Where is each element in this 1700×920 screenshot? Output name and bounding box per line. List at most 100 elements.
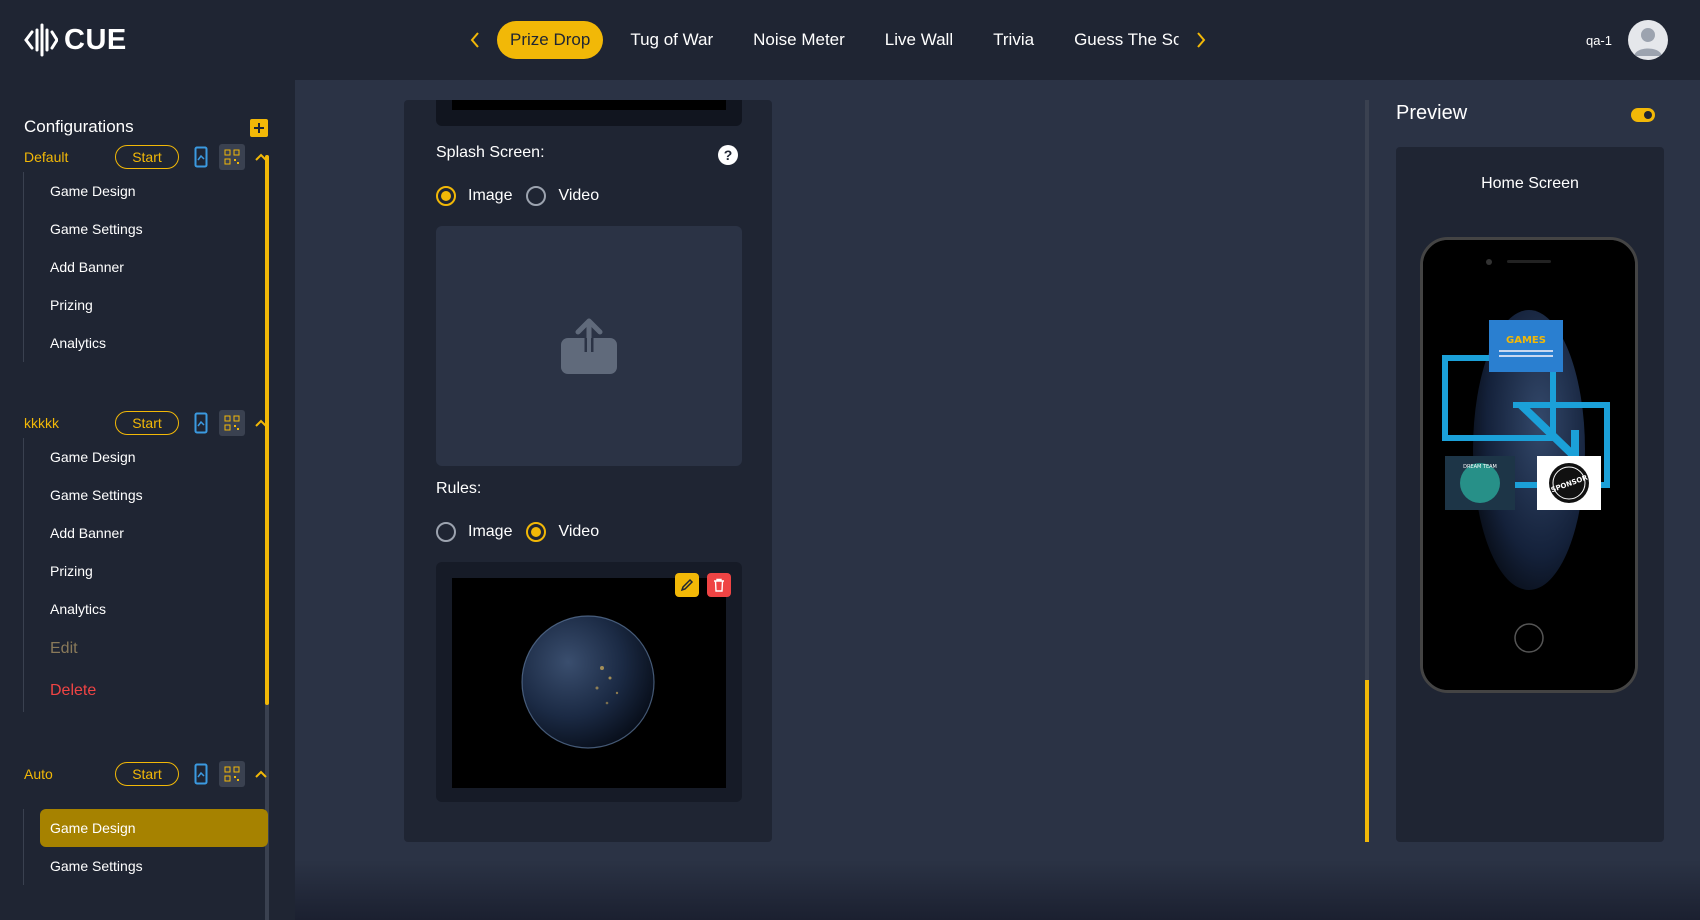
home-screen-title: Home Screen (1481, 175, 1579, 192)
config-menu-kkkkk: Game Design Game Settings Add Banner Pri… (23, 438, 268, 712)
help-icon[interactable]: ? (718, 145, 738, 165)
preview-toggle[interactable] (1631, 108, 1655, 122)
mobile-icon (194, 146, 208, 168)
splash-screen-type-group: Image Video (436, 184, 613, 208)
chevron-up-icon (255, 770, 267, 778)
chevron-up-icon (255, 153, 267, 161)
tab-noise-meter[interactable]: Noise Meter (740, 21, 858, 59)
preview-title: Preview (1396, 102, 1468, 124)
preview-panel: Home Screen GAMES DREAM TEAM SPONSOR (1396, 147, 1664, 842)
sidebar: Configurations Default Start Game Design… (0, 80, 295, 920)
edit-video-button[interactable] (675, 573, 699, 597)
tabs-next-button[interactable] (1186, 21, 1216, 59)
main-footer-shade (295, 860, 1700, 920)
menu-item-game-design[interactable]: Game Design (24, 438, 268, 476)
config-row-auto: Auto Start (24, 761, 272, 787)
earth-image (521, 615, 655, 749)
menu-item-game-settings[interactable]: Game Settings (24, 210, 268, 248)
qr-code-icon (224, 415, 240, 431)
qr-code-icon (224, 766, 240, 782)
collapse-button[interactable] (251, 764, 271, 784)
rules-image-label[interactable]: Image (468, 523, 512, 541)
start-button[interactable]: Start (115, 411, 179, 435)
menu-item-prizing[interactable]: Prizing (24, 552, 268, 590)
pencil-icon (680, 578, 694, 592)
chevron-right-icon (1197, 32, 1206, 48)
logo-text: CUE (64, 23, 127, 56)
add-configuration-button[interactable] (250, 119, 268, 137)
splash-video-label[interactable]: Video (558, 187, 599, 205)
tab-prize-drop[interactable]: Prize Drop (497, 21, 604, 59)
team-logo-text: DREAM TEAM (1463, 464, 1497, 470)
menu-item-add-banner[interactable]: Add Banner (24, 514, 268, 552)
top-bar: CUE Prize Drop Tug of War Noise Meter Li… (0, 0, 1700, 80)
configurations-title: Configurations (24, 117, 134, 136)
splash-image-label[interactable]: Image (468, 187, 512, 205)
qr-code-button[interactable] (219, 410, 245, 436)
menu-item-prizing[interactable]: Prizing (24, 286, 268, 324)
tab-guess-the-score[interactable]: Guess The Sc (1061, 21, 1179, 59)
tab-live-wall[interactable]: Live Wall (872, 21, 966, 59)
rules-video-preview (436, 562, 742, 802)
qr-code-button[interactable] (219, 761, 245, 787)
upload-icon (561, 318, 617, 374)
config-menu-auto: Game Design Game Settings (23, 809, 268, 885)
mobile-icon (194, 763, 208, 785)
menu-item-analytics[interactable]: Analytics (24, 590, 268, 628)
config-name[interactable]: Auto (24, 766, 115, 782)
splash-image-radio[interactable] (436, 186, 456, 206)
menu-item-analytics[interactable]: Analytics (24, 324, 268, 362)
trash-icon (714, 578, 724, 592)
config-name[interactable]: kkkkk (24, 415, 115, 431)
mobile-preview-button[interactable] (189, 762, 213, 786)
rules-video-radio[interactable] (526, 522, 547, 542)
tabs-prev-button[interactable] (460, 21, 490, 59)
user-icon (1634, 28, 1662, 56)
config-menu-default: Game Design Game Settings Add Banner Pri… (23, 172, 268, 362)
rules-type-group: Image Video (436, 520, 613, 544)
user-menu[interactable]: qa-1 (1586, 20, 1668, 60)
tab-tug-of-war[interactable]: Tug of War (617, 21, 726, 59)
splash-upload-dropzone[interactable] (436, 226, 742, 466)
thumbnail-frame (452, 100, 726, 110)
mobile-preview-button[interactable] (189, 411, 213, 435)
rules-image-radio[interactable] (436, 522, 456, 542)
cue-logo-icon (24, 23, 58, 57)
menu-item-delete[interactable]: Delete (24, 670, 268, 712)
splash-screen-label: Splash Screen: (436, 144, 545, 161)
config-row-default: Default Start (24, 144, 272, 170)
phone-screen: GAMES DREAM TEAM SPONSOR (1423, 240, 1635, 690)
menu-item-game-design[interactable]: Game Design (40, 809, 268, 847)
rules-label: Rules: (436, 480, 482, 497)
config-row-kkkkk: kkkkk Start (24, 410, 272, 436)
content-scrollbar[interactable] (1365, 100, 1369, 842)
menu-item-game-design[interactable]: Game Design (24, 172, 268, 210)
tab-trivia[interactable]: Trivia (980, 21, 1047, 59)
rules-video-label[interactable]: Video (558, 523, 599, 541)
start-button[interactable]: Start (115, 145, 179, 169)
collapse-button[interactable] (251, 147, 271, 167)
mobile-preview-button[interactable] (189, 145, 213, 169)
menu-item-game-settings[interactable]: Game Settings (24, 847, 268, 885)
delete-video-button[interactable] (707, 573, 731, 597)
plus-icon (254, 123, 264, 133)
previous-media-thumbnail (436, 100, 742, 126)
collapse-button[interactable] (251, 413, 271, 433)
menu-item-game-settings[interactable]: Game Settings (24, 476, 268, 514)
config-name[interactable]: Default (24, 149, 115, 165)
video-thumbnail[interactable] (452, 578, 726, 788)
qr-code-button[interactable] (219, 144, 245, 170)
user-name: qa-1 (1585, 32, 1612, 48)
chevron-left-icon (470, 32, 479, 48)
games-banner-text: GAMES (1506, 335, 1546, 346)
chevron-up-icon (255, 419, 267, 427)
phone-mockup: GAMES DREAM TEAM SPONSOR (1420, 237, 1638, 693)
start-button[interactable]: Start (115, 762, 179, 786)
content-scrollbar-thumb[interactable] (1365, 680, 1369, 842)
splash-video-radio[interactable] (526, 186, 547, 206)
menu-item-add-banner[interactable]: Add Banner (24, 248, 268, 286)
avatar[interactable] (1628, 20, 1668, 60)
logo[interactable]: CUE (24, 20, 127, 60)
menu-item-edit[interactable]: Edit (24, 628, 268, 670)
qr-code-icon (224, 149, 240, 165)
